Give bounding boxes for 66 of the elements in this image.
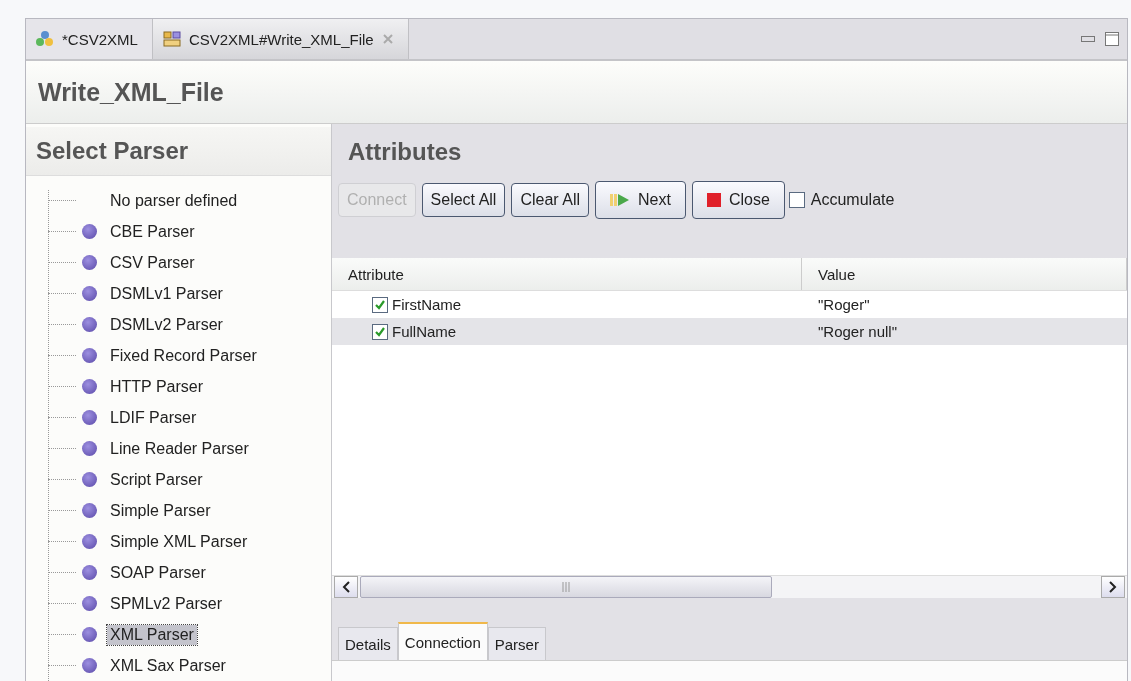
tab[interactable]: Parser <box>487 627 546 660</box>
bullet-icon <box>82 317 97 332</box>
tab[interactable]: Connection <box>397 622 488 660</box>
bullet-icon <box>82 565 97 580</box>
tree-item[interactable]: XML Sax Parser <box>107 655 229 676</box>
checkbox[interactable] <box>372 323 388 340</box>
bullet-icon <box>82 627 97 642</box>
grid-icon <box>162 31 181 47</box>
table-cell: FirstName <box>392 296 462 313</box>
tree-item[interactable]: Script Parser <box>107 469 206 490</box>
bullet-icon <box>82 596 97 611</box>
bullet-icon <box>82 379 97 394</box>
tree-item[interactable]: XML Parser <box>107 624 197 645</box>
tree-item[interactable]: DSMLv2 Parser <box>107 314 226 335</box>
tab[interactable]: Details <box>338 627 398 660</box>
tree-item[interactable]: LDIF Parser <box>107 407 200 428</box>
table-row[interactable]: FullName "Roger null" <box>332 318 1127 345</box>
tree-item[interactable]: Line Reader Parser <box>107 438 252 459</box>
bullet-icon <box>82 472 97 487</box>
chevron-left-icon <box>342 581 350 593</box>
bullet-icon <box>82 255 97 270</box>
editor-title: Write_XML_File <box>38 77 224 107</box>
table-cell-text: "Roger null" <box>817 322 899 342</box>
bullet-icon <box>82 410 97 425</box>
bullet-icon <box>82 441 97 456</box>
stop-icon <box>706 193 721 207</box>
panel-title: Select Parser <box>36 137 189 165</box>
toolbar-button[interactable]: Close <box>691 181 785 219</box>
tree-item[interactable]: SOAP Parser <box>107 562 209 583</box>
table-cell: FullName <box>392 323 457 340</box>
chevron-right-icon <box>1109 581 1117 593</box>
table-cell-text: "Roger" <box>817 295 871 315</box>
tree-item[interactable]: Simple Parser <box>107 500 214 521</box>
tree-item[interactable]: CSV Parser <box>107 252 198 273</box>
tree-item[interactable]: Fixed Record Parser <box>107 345 260 366</box>
tree-item[interactable]: Simple XML Parser <box>107 531 251 552</box>
scroll-left-button[interactable] <box>334 576 358 598</box>
bullet-icon <box>82 658 97 673</box>
tree-item[interactable]: CBE Parser <box>107 221 198 242</box>
bullet-icon <box>82 286 97 301</box>
bullet-icon <box>82 224 97 239</box>
tree-item[interactable]: HTTP Parser <box>107 376 207 397</box>
circles-icon <box>36 31 54 47</box>
tree-item[interactable]: SPMLv2 Parser <box>107 593 226 614</box>
checkbox-label: Accumulate <box>810 191 895 209</box>
column-header[interactable]: Attribute <box>332 258 802 290</box>
tree-item[interactable]: No parser defined <box>107 190 241 211</box>
checkbox[interactable] <box>788 192 805 208</box>
bullet-icon <box>82 503 97 518</box>
scroll-right-button[interactable] <box>1101 576 1125 598</box>
maximize-icon[interactable] <box>1105 32 1119 46</box>
column-header[interactable]: Value <box>802 258 1127 290</box>
play-icon <box>610 193 630 207</box>
bullet-icon <box>82 534 97 549</box>
scrollbar-thumb[interactable] <box>360 576 772 598</box>
toolbar-button[interactable]: Next <box>595 181 686 219</box>
minimize-icon[interactable] <box>1081 36 1095 42</box>
editor-tab[interactable]: *CSV2XML <box>26 19 153 59</box>
checkbox[interactable] <box>372 296 388 313</box>
grip-icon <box>562 582 570 592</box>
bullet-icon <box>82 348 97 363</box>
section-title: Attributes <box>348 138 463 166</box>
toolbar-button[interactable]: Clear All <box>511 183 589 217</box>
toolbar-button[interactable]: Select All <box>421 183 506 217</box>
editor-tab[interactable]: CSV2XML#Write_XML_File <box>152 19 409 59</box>
tree-item[interactable]: DSMLv1 Parser <box>107 283 226 304</box>
